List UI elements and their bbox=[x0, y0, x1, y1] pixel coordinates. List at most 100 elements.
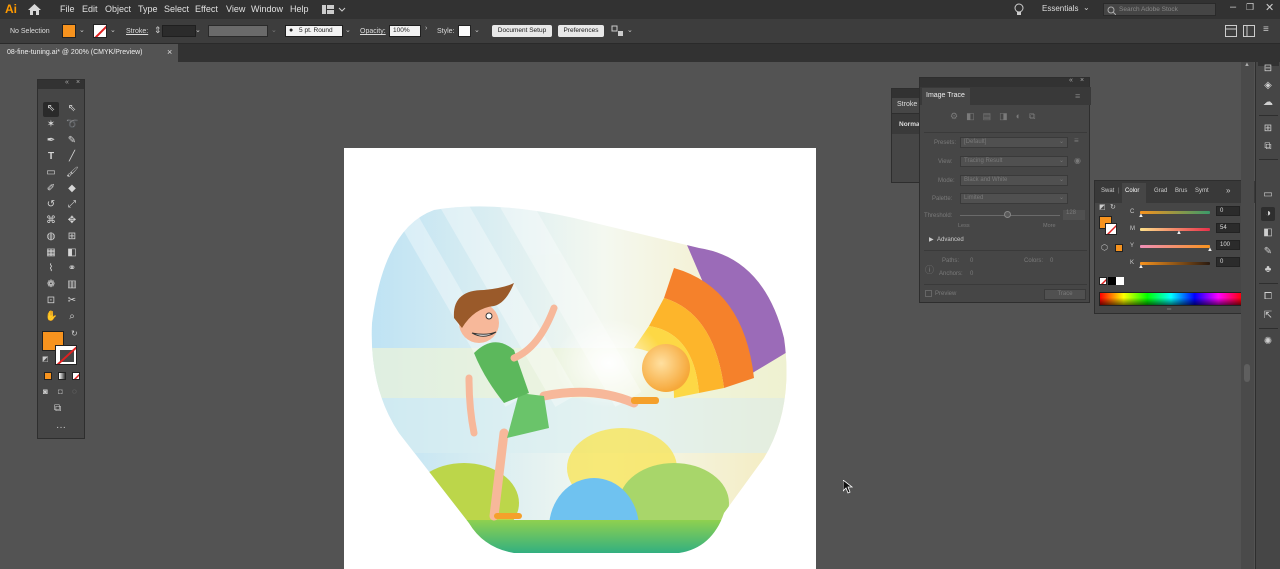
menu-effect[interactable]: Effect bbox=[195, 4, 218, 14]
stroke-weight-chevron[interactable]: ⌄ bbox=[195, 26, 201, 34]
lasso-tool-icon[interactable]: ➰ bbox=[66, 119, 78, 131]
tab-gradient[interactable]: Grad bbox=[1154, 188, 1167, 194]
layers-icon[interactable]: ◈ bbox=[1261, 79, 1275, 93]
preferences-button[interactable]: Preferences bbox=[558, 25, 604, 37]
panel-icon[interactable] bbox=[1225, 25, 1237, 37]
hand-tool-icon[interactable]: ✋ bbox=[45, 311, 57, 323]
opacity-label[interactable]: Opacity: bbox=[360, 28, 386, 35]
black-value[interactable]: 0 bbox=[1216, 257, 1240, 267]
menu-help[interactable]: Help bbox=[290, 4, 309, 14]
cyan-slider[interactable] bbox=[1140, 211, 1210, 214]
draw-normal-icon[interactable]: ◙ bbox=[43, 387, 48, 396]
curvature-tool-icon[interactable]: ✎ bbox=[66, 135, 78, 147]
palette-dropdown[interactable]: Limited ⌄ bbox=[960, 193, 1068, 204]
search-stock-field[interactable]: Search Adobe Stock bbox=[1103, 3, 1216, 16]
restore-button[interactable]: ❐ bbox=[1246, 2, 1254, 13]
perspective-grid-tool-icon[interactable]: ⊞ bbox=[66, 231, 78, 243]
menu-window[interactable]: Window bbox=[251, 4, 283, 14]
advanced-toggle[interactable]: Advanced bbox=[937, 237, 964, 243]
slice-tool-icon[interactable]: ✂ bbox=[66, 295, 78, 307]
shape-builder-tool-icon[interactable]: ◍ bbox=[45, 231, 57, 243]
swap-colors-icon[interactable]: ↻ bbox=[1110, 203, 1116, 211]
close-window-button[interactable]: ✕ bbox=[1265, 1, 1274, 14]
artboards-icon[interactable]: ⧠ bbox=[1261, 290, 1275, 304]
close-icon[interactable]: × bbox=[76, 79, 80, 86]
fill-dropdown-chevron[interactable]: ⌄ bbox=[79, 26, 85, 34]
menu-edit[interactable]: Edit bbox=[82, 4, 98, 14]
gradient-panel-icon[interactable]: ◧ bbox=[1261, 226, 1275, 240]
panel-menu-icon[interactable]: ≡ bbox=[1075, 91, 1080, 101]
document-setup-button[interactable]: Document Setup bbox=[492, 25, 552, 37]
tools-panel-header[interactable]: « × bbox=[38, 79, 84, 89]
type-tool-icon[interactable]: T bbox=[45, 151, 57, 163]
threshold-value[interactable]: 128 bbox=[1063, 210, 1085, 220]
edit-toolbar-icon[interactable]: ··· bbox=[56, 422, 66, 433]
arrange-chevron[interactable]: ⌄ bbox=[627, 26, 633, 34]
selection-tool-icon[interactable]: ⇖ bbox=[45, 103, 57, 115]
gamut-swatch[interactable] bbox=[1115, 244, 1123, 252]
image-trace-header[interactable]: « × bbox=[920, 77, 1089, 87]
yellow-slider-thumb[interactable]: ▲ bbox=[1207, 247, 1213, 253]
home-icon[interactable] bbox=[28, 4, 41, 15]
artboard-tool-icon[interactable]: ⊡ bbox=[45, 295, 57, 307]
rectangle-tool-icon[interactable]: ▭ bbox=[45, 167, 57, 179]
stroke-swatch[interactable] bbox=[55, 345, 77, 365]
arrange-icon[interactable] bbox=[611, 25, 625, 37]
properties-icon[interactable]: ⊟ bbox=[1261, 62, 1275, 76]
stroke-label[interactable]: Stroke: bbox=[126, 28, 148, 35]
stroke-dropdown-chevron[interactable]: ⌄ bbox=[110, 26, 116, 34]
symbols-icon[interactable]: ♣ bbox=[1261, 263, 1275, 277]
magenta-slider-thumb[interactable]: ▲ bbox=[1176, 230, 1182, 236]
menu-type[interactable]: Type bbox=[138, 4, 158, 14]
line-tool-icon[interactable]: ╱ bbox=[66, 151, 78, 163]
scroll-up-arrow[interactable]: ▲ bbox=[1244, 62, 1250, 68]
draw-behind-icon[interactable]: ◘ bbox=[58, 387, 63, 396]
stroke-weight-stepper[interactable]: ⇕ bbox=[154, 25, 162, 36]
presets-dropdown[interactable]: [Default] ⌄ bbox=[960, 137, 1068, 148]
collapse-icon[interactable]: « bbox=[65, 79, 69, 86]
profile-chevron[interactable]: ⌄ bbox=[271, 26, 277, 34]
graph-tool-icon[interactable]: ▥ bbox=[66, 279, 78, 291]
none-mode-icon[interactable] bbox=[72, 372, 80, 380]
collapse-icon[interactable]: « bbox=[1069, 77, 1073, 84]
puppet-warp-tool-icon[interactable]: ⌘ bbox=[45, 215, 57, 227]
cyan-slider-thumb[interactable]: ▲ bbox=[1138, 213, 1144, 219]
menu-file[interactable]: File bbox=[60, 4, 75, 14]
scrollbar-thumb[interactable] bbox=[1244, 364, 1250, 382]
tab-swatches[interactable]: Swat bbox=[1101, 188, 1114, 194]
direct-selection-tool-icon[interactable]: ⇖ bbox=[66, 103, 78, 115]
draw-inside-icon[interactable]: ◌ bbox=[72, 387, 77, 396]
pathfinder-icon[interactable]: ⧉ bbox=[1261, 140, 1275, 154]
black-slider[interactable] bbox=[1140, 262, 1210, 265]
black-swatch[interactable] bbox=[1108, 277, 1116, 285]
libraries-icon[interactable]: ☁ bbox=[1261, 96, 1275, 110]
style-chevron[interactable]: ⌄ bbox=[474, 26, 480, 34]
gradient-mode-icon[interactable] bbox=[58, 372, 66, 380]
yellow-slider[interactable] bbox=[1140, 245, 1210, 248]
menu-select[interactable]: Select bbox=[164, 4, 189, 14]
eye-icon[interactable]: ◉ bbox=[1074, 156, 1081, 165]
opacity-field[interactable]: 100% bbox=[389, 25, 421, 37]
lightbulb-icon[interactable] bbox=[1014, 3, 1024, 16]
magic-wand-tool-icon[interactable]: ✶ bbox=[45, 119, 57, 131]
pen-tool-icon[interactable]: ✒ bbox=[45, 135, 57, 147]
color-panel-icon[interactable]: ◑ bbox=[1261, 207, 1275, 221]
tab-color[interactable]: Color bbox=[1122, 183, 1146, 203]
opacity-arrow[interactable]: › bbox=[425, 25, 427, 32]
default-colors-icon[interactable]: ◩ bbox=[42, 355, 49, 363]
scale-tool-icon[interactable]: ⤢ bbox=[66, 199, 78, 211]
paintbrush-tool-icon[interactable]: 🖌 bbox=[66, 167, 79, 179]
minimize-button[interactable]: – bbox=[1230, 1, 1236, 13]
brushes-icon[interactable]: ✎ bbox=[1261, 245, 1275, 259]
default-colors-icon[interactable]: ◩ bbox=[1099, 203, 1106, 211]
expand-panels-icon[interactable]: » bbox=[1226, 186, 1230, 195]
view-dropdown[interactable]: Tracing Result ⌄ bbox=[960, 156, 1068, 167]
close-icon[interactable]: × bbox=[1080, 77, 1084, 84]
stroke-color-swatch[interactable] bbox=[93, 24, 107, 38]
tab-brushes[interactable]: Brus bbox=[1175, 188, 1187, 194]
gradient-tool-icon[interactable]: ◧ bbox=[66, 247, 78, 259]
magenta-value[interactable]: 54 bbox=[1216, 223, 1240, 233]
align-icon[interactable]: ⊞ bbox=[1261, 122, 1275, 136]
fill-color-swatch[interactable] bbox=[62, 24, 76, 38]
free-transform-tool-icon[interactable]: ✥ bbox=[66, 215, 78, 227]
